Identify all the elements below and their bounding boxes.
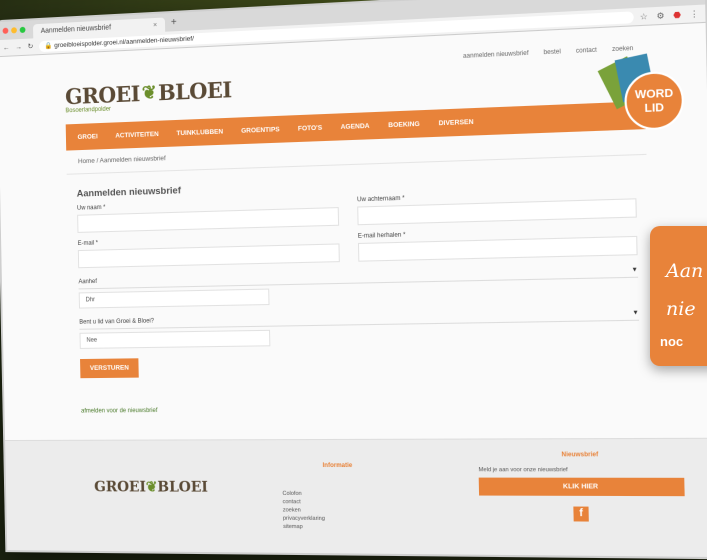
scene: Aanmelden nieuwsbrief × + ← → ↻ 🔒 groeib… (0, 0, 707, 560)
submit-button[interactable]: VERSTUREN (80, 358, 139, 379)
facebook-icon[interactable]: f (573, 506, 589, 522)
footer-info: Informatie (262, 462, 353, 470)
tab-title: Aanmelden nieuwsbrief (40, 23, 112, 35)
adblock-icon[interactable]: ⬣ (673, 10, 681, 20)
last-name-field[interactable] (357, 198, 637, 226)
browser-actions: ☆ ⚙ ⬣ ⋮ (640, 9, 699, 22)
badge-line2: LID (644, 101, 664, 115)
email-repeat-field[interactable] (357, 235, 638, 262)
url-text: groeibloeispolder.groei.nl/aanmelden-nie… (54, 34, 194, 49)
minimize-window-button[interactable] (11, 27, 17, 34)
callout-line3: noc (660, 334, 684, 349)
leaf-icon: ❦ (141, 82, 157, 105)
bookmark-icon[interactable]: ☆ (640, 11, 648, 21)
nav-item-home[interactable]: GROEI (77, 133, 97, 141)
footer-link[interactable]: Colofon (282, 490, 324, 498)
site-footer: GROEI❦BLOEI Informatie Colofon contact z… (5, 437, 707, 558)
extension-icon[interactable]: ⚙ (656, 10, 664, 20)
salutation-value[interactable]: Dhr (78, 288, 270, 309)
email-field[interactable] (77, 243, 340, 269)
footer-link[interactable]: zoeken (283, 506, 325, 514)
footer-info-links: Colofon contact zoeken privacyverklaring… (282, 490, 325, 532)
menu-icon[interactable]: ⋮ (690, 9, 699, 19)
close-window-button[interactable] (2, 27, 9, 34)
callout-line2: nie (666, 298, 696, 320)
toplink-order[interactable]: bestel (544, 49, 561, 56)
footer-logo-left: GROEI (94, 479, 147, 496)
footer-logo-right: BLOEI (157, 479, 209, 496)
first-name-field[interactable] (77, 207, 340, 233)
logo-text-left: GROEI (64, 80, 141, 110)
unsubscribe-link[interactable]: afmelden voor de nieuwsbrief (81, 405, 641, 415)
footer-newsletter: Nieuwsbrief Meld je aan voor onze nieuws… (478, 452, 685, 522)
footer-link[interactable]: contact (283, 498, 325, 506)
footer-link[interactable]: privacyverklaring (283, 515, 325, 524)
nav-item-tips[interactable]: GROENTIPS (241, 126, 280, 135)
footer-logo[interactable]: GROEI❦BLOEI (94, 479, 208, 496)
badge-line1: WORD (635, 87, 674, 102)
new-tab-button[interactable]: + (171, 16, 177, 28)
footer-link[interactable]: sitemap (283, 523, 325, 532)
nav-item-misc[interactable]: DIVERSEN (439, 118, 474, 127)
lock-icon: 🔒 (44, 42, 55, 50)
member-value[interactable]: Nee (79, 329, 271, 349)
newsletter-form: Uw naam * Uw achternaam * E-mail * E-mai… (67, 188, 652, 415)
maximize-window-button[interactable] (19, 26, 26, 34)
member-select[interactable]: Bent u lid van Groei & Bloei? ▼ (79, 306, 640, 330)
toplink-contact[interactable]: contact (576, 47, 597, 54)
web-page: aanmelden nieuwsbrief bestel contact zoe… (0, 22, 707, 558)
nav-item-activities[interactable]: ACTIVITEITEN (115, 130, 159, 139)
toplink-newsletter[interactable]: aanmelden nieuwsbrief (463, 51, 529, 60)
chevron-down-icon: ▼ (632, 310, 639, 317)
browser-window: Aanmelden nieuwsbrief × + ← → ↻ 🔒 groeib… (0, 0, 707, 558)
nav-item-photos[interactable]: FOTO'S (298, 124, 322, 132)
promo-callout: Aan nie noc (650, 226, 707, 366)
nav-item-clubs[interactable]: TUINKLUBBEN (176, 128, 223, 137)
leaf-icon: ❦ (145, 479, 158, 496)
tab-close-icon[interactable]: × (153, 21, 157, 28)
window-controls (2, 26, 26, 34)
callout-line1: Aan (666, 260, 704, 282)
word-lid-badge[interactable]: WORD LID (596, 48, 686, 138)
reload-icon[interactable]: ↻ (28, 42, 34, 50)
footer-newsletter-heading: Nieuwsbrief (561, 452, 599, 459)
back-icon[interactable]: ← (3, 44, 10, 51)
member-label: Bent u lid van Groei & Bloei? (79, 318, 155, 326)
newsletter-signup-button[interactable]: KLIK HIER (478, 477, 685, 497)
logo-text-right: BLOEI (157, 76, 232, 106)
salutation-label: Aanhef (78, 278, 97, 286)
salutation-select[interactable]: Aanhef ▼ (78, 263, 639, 290)
footer-newsletter-text: Meld je aan voor onze nieuwsbrief (478, 467, 568, 474)
nav-item-booking[interactable]: BOEKING (388, 120, 420, 129)
footer-info-heading: Informatie (322, 462, 353, 470)
forward-icon[interactable]: → (15, 43, 22, 50)
chevron-down-icon: ▼ (631, 267, 639, 274)
nav-item-agenda[interactable]: AGENDA (341, 122, 370, 130)
